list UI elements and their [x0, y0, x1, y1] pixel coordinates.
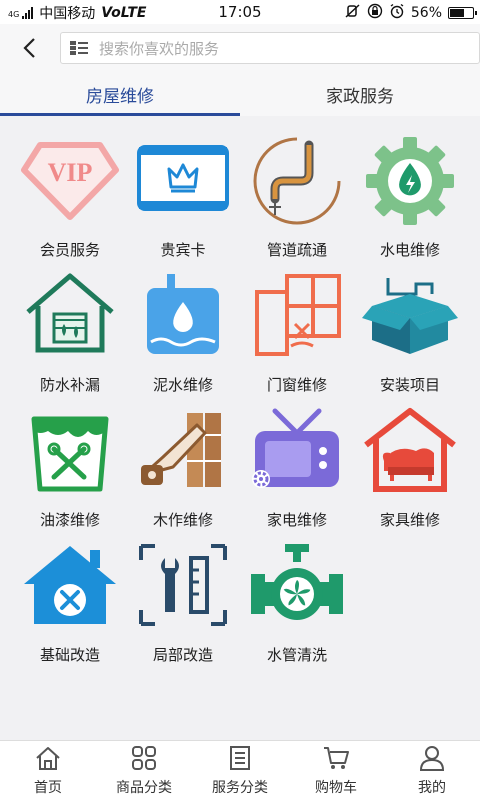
service-label: 门窗维修	[266, 376, 327, 394]
battery-icon	[448, 7, 477, 19]
alarm-icon	[389, 3, 405, 23]
category-tabs: 房屋维修 家政服务	[0, 72, 480, 116]
search-input[interactable]: 搜索你喜欢的服务	[99, 38, 219, 59]
wrench-ruler-icon	[139, 544, 227, 626]
chainsaw-icon	[141, 413, 221, 487]
nav-cart[interactable]: 购物车	[288, 741, 384, 800]
nav-label: 我的	[418, 780, 446, 796]
water-drop-tank-icon	[147, 274, 219, 354]
house-tools-icon	[24, 546, 116, 624]
paint-bucket-icon	[31, 416, 109, 492]
house-waterproof-icon	[26, 273, 114, 353]
service-label: 基础改造	[39, 646, 100, 664]
status-bar: 4G 中国移动 VoLTE 17:05 56%	[0, 0, 480, 24]
nav-service-categories[interactable]: 服务分类	[192, 741, 288, 800]
crown-card-icon	[137, 145, 229, 211]
service-item-paint[interactable]: 油漆维修	[10, 400, 130, 535]
chevron-left-icon	[23, 38, 35, 58]
header-bar: 搜索你喜欢的服务	[0, 24, 480, 72]
service-item-vip-card[interactable]: 贵宾卡	[123, 130, 243, 265]
nav-label: 服务分类	[212, 780, 268, 796]
service-item-furniture[interactable]: 家具维修	[350, 400, 470, 535]
cart-icon	[324, 747, 349, 769]
service-label: 家具维修	[379, 511, 440, 529]
nav-label: 购物车	[315, 780, 357, 796]
tv-icon	[252, 408, 339, 488]
sofa-house-icon	[364, 408, 456, 492]
service-label: 防水补漏	[39, 376, 100, 394]
service-item-installation[interactable]: 安装项目	[350, 265, 470, 400]
lock-rotation-icon	[367, 3, 383, 23]
service-item-masonry[interactable]: 泥水维修	[123, 265, 243, 400]
grid-icon	[132, 746, 156, 770]
vip-icon: VIP	[21, 142, 119, 220]
service-item-door-window[interactable]: 门窗维修	[237, 265, 357, 400]
user-icon	[419, 746, 445, 771]
service-label: 木作维修	[152, 511, 213, 529]
service-label: 会员服务	[39, 241, 100, 259]
service-label: 安装项目	[379, 376, 440, 394]
service-label: 水电维修	[379, 241, 440, 259]
service-item-pipe-cleaning[interactable]: 水管清洗	[237, 535, 357, 670]
valve-fan-icon	[251, 544, 343, 620]
service-item-appliance[interactable]: 家电维修	[237, 400, 357, 535]
service-label: 管道疏通	[266, 241, 327, 259]
service-label: 贵宾卡	[160, 241, 206, 259]
service-label: 局部改造	[152, 646, 213, 664]
list-menu-icon	[69, 40, 89, 56]
search-box[interactable]: 搜索你喜欢的服务	[60, 32, 480, 64]
service-item-partial-renovation[interactable]: 局部改造	[123, 535, 243, 670]
service-item-carpentry[interactable]: 木作维修	[123, 400, 243, 535]
nav-profile[interactable]: 我的	[384, 741, 480, 800]
box-install-icon	[362, 278, 458, 354]
service-item-vip[interactable]: VIP 会员服务	[10, 130, 130, 265]
service-item-foundation[interactable]: 基础改造	[10, 535, 130, 670]
service-item-waterproof[interactable]: 防水补漏	[10, 265, 130, 400]
gear-drop-icon	[366, 137, 454, 225]
nav-label: 商品分类	[116, 780, 172, 796]
tab-housekeeping[interactable]: 家政服务	[240, 72, 480, 116]
document-icon	[230, 746, 250, 770]
service-item-pipe[interactable]: 管道疏通	[237, 130, 357, 265]
nav-label: 首页	[34, 780, 62, 796]
window-icon	[255, 274, 341, 356]
home-icon	[36, 747, 60, 770]
mute-icon	[345, 4, 361, 22]
pipe-icon	[253, 137, 341, 225]
service-label: 家电维修	[266, 511, 327, 529]
service-label: 水管清洗	[266, 646, 327, 664]
svg-text:VIP: VIP	[48, 158, 93, 187]
tab-house-repair[interactable]: 房屋维修	[0, 72, 240, 116]
service-item-plumbing-electric[interactable]: 水电维修	[350, 130, 470, 265]
back-button[interactable]	[16, 34, 44, 62]
bottom-nav: 首页 商品分类 服务分类 购物车 我的	[0, 740, 480, 800]
service-label: 泥水维修	[152, 376, 213, 394]
service-label: 油漆维修	[39, 511, 100, 529]
nav-home[interactable]: 首页	[0, 741, 96, 800]
battery-percent: 56%	[410, 5, 442, 21]
status-right: 56%	[345, 3, 477, 23]
nav-product-categories[interactable]: 商品分类	[96, 741, 192, 800]
